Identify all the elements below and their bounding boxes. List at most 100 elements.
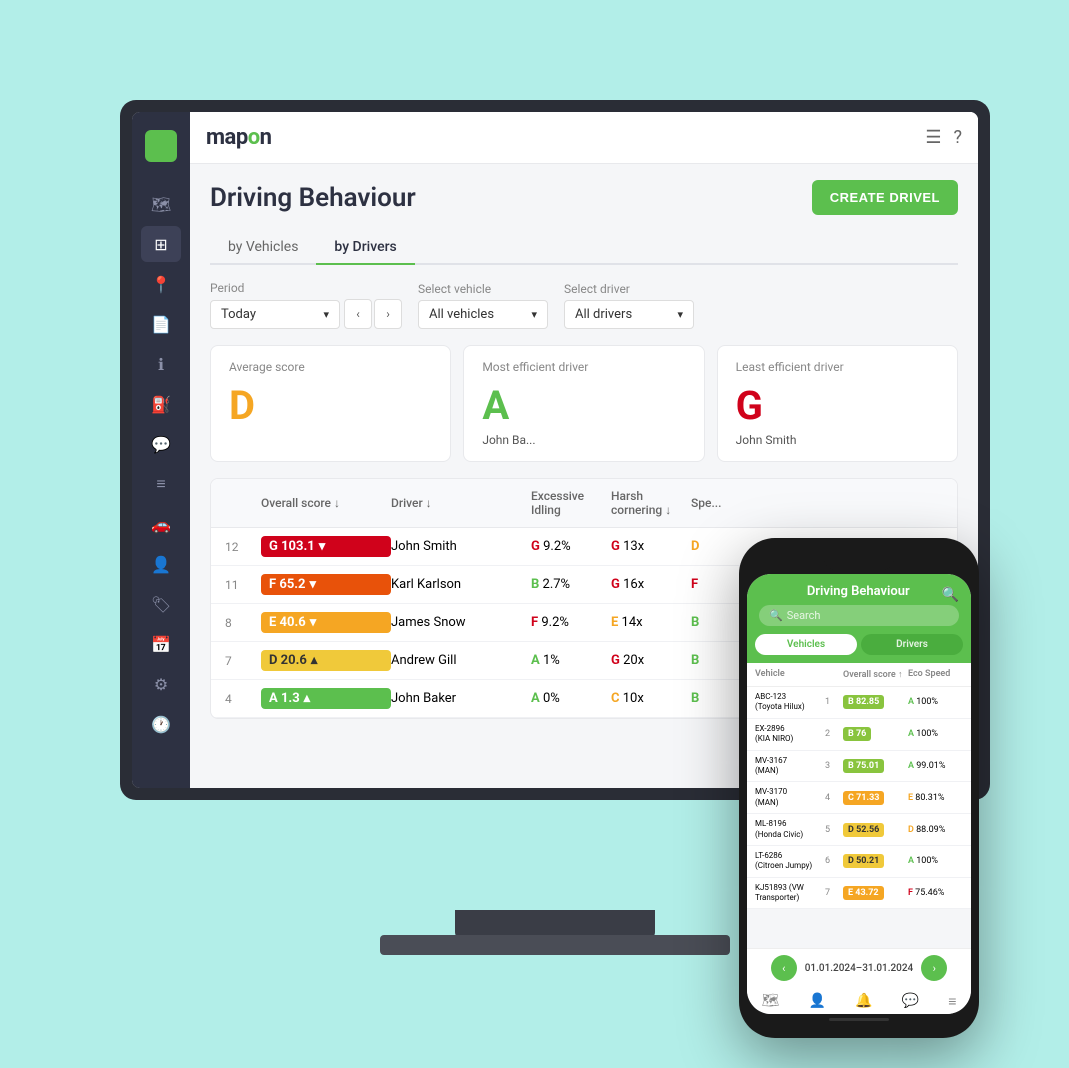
sidebar-item-list[interactable]: ≡	[141, 466, 181, 502]
vehicle-name: KJ51893 (VW Transporter)	[755, 883, 825, 904]
phone-screen: Driving Behaviour 🔍 🔍 Search Vehicles Dr…	[747, 574, 971, 1014]
driver-cell: Andrew Gill	[391, 653, 531, 668]
sidebar-item-person[interactable]: 👤	[141, 546, 181, 582]
sidebar-logo-icon	[145, 130, 177, 162]
sidebar-item-location[interactable]: 📍	[141, 266, 181, 302]
sidebar-item-calendar[interactable]: 📅	[141, 626, 181, 662]
driver-label: Select driver	[564, 282, 694, 296]
sidebar-item-chat[interactable]: 💬	[141, 426, 181, 462]
next-period-button[interactable]: ›	[374, 299, 402, 329]
phone-header: Driving Behaviour 🔍 🔍 Search	[747, 574, 971, 634]
next-date-button[interactable]: ›	[921, 955, 947, 981]
driver-select[interactable]: All drivers ▾	[564, 300, 694, 329]
harsh-cell: G 16x	[611, 577, 691, 592]
table-header-row: Overall score ↓ Driver ↓ Excessive Idlin…	[211, 479, 957, 528]
average-score-title: Average score	[229, 360, 432, 374]
help-icon[interactable]: ?	[953, 127, 962, 148]
score-badge: G 103.1 ▾	[261, 536, 391, 557]
sidebar-item-map[interactable]: 🗺	[141, 186, 181, 222]
least-efficient-card: Least efficient driver G John Smith	[717, 345, 958, 462]
prev-date-button[interactable]: ‹	[771, 955, 797, 981]
top-bar: mapon ☰ ?	[190, 112, 978, 164]
most-efficient-card: Most efficient driver A John Ba...	[463, 345, 704, 462]
rank: 2	[825, 729, 843, 739]
phone-home-bar	[829, 1018, 889, 1021]
col-header-score: Overall score ↓	[261, 496, 391, 510]
sidebar-item-settings[interactable]: ⚙	[141, 666, 181, 702]
score: D 50.21	[843, 854, 908, 868]
bottom-nav-map-icon[interactable]: 🗺	[762, 993, 780, 1010]
eco: A 99.01%	[908, 761, 963, 771]
score: B 76	[843, 727, 908, 741]
score-cell: G 103.1 ▾	[261, 536, 391, 557]
driver-cell: Karl Karlson	[391, 577, 531, 592]
score: B 82.85	[843, 695, 908, 709]
most-efficient-title: Most efficient driver	[482, 360, 685, 374]
rank: 7	[825, 888, 843, 898]
trend-icon: ▾	[310, 577, 317, 592]
list-item: ML-8196(Honda Civic) 5 D 52.56 D 88.09%	[747, 814, 971, 846]
driver-cell: John Baker	[391, 691, 531, 706]
sidebar-item-fuel[interactable]: ⛽	[141, 386, 181, 422]
scene: 🗺 ⊞ 📍 📄 ℹ ⛽ 💬 ≡ 🚗 👤 🏷 📅 ⚙ 🕐	[0, 0, 1069, 1068]
score-cell: D 20.6 ▴	[261, 650, 391, 671]
sidebar-item-tag[interactable]: 🏷	[141, 586, 181, 622]
vehicle-label: Select vehicle	[418, 282, 548, 296]
sidebar-item-dashboard[interactable]: ⊞	[141, 226, 181, 262]
bottom-nav-bell-icon[interactable]: 🔔	[855, 993, 872, 1010]
period-select[interactable]: Today ▾	[210, 300, 340, 329]
list-item: KJ51893 (VW Transporter) 7 E 43.72 F 75.…	[747, 878, 971, 910]
score-badge: B 82.85	[843, 695, 884, 709]
eco: A 100%	[908, 856, 963, 866]
phone-tab-drivers[interactable]: Drivers	[861, 634, 963, 655]
prev-period-button[interactable]: ‹	[344, 299, 372, 329]
score-badge: C 71.33	[843, 791, 884, 805]
laptop-base	[380, 935, 730, 955]
summary-cards: Average score D Most efficient driver A …	[210, 345, 958, 462]
list-item: MV-3167(MAN) 3 B 75.01 A 99.01%	[747, 751, 971, 783]
rank: 3	[825, 761, 843, 771]
col-header-harsh: Harsh cornering ↓	[611, 489, 691, 517]
phone-search-bar[interactable]: 🔍 Search	[759, 605, 959, 626]
trend-icon: ▾	[319, 539, 326, 554]
bottom-nav-menu-icon[interactable]: ≡	[948, 993, 956, 1010]
menu-icon[interactable]: ☰	[925, 127, 941, 148]
driver-cell: John Smith	[391, 539, 531, 554]
phone-search-icon[interactable]: 🔍	[942, 587, 959, 603]
driver-chevron-icon: ▾	[677, 308, 683, 321]
top-bar-icons: ☰ ?	[925, 127, 962, 148]
page-title: Driving Behaviour	[210, 183, 416, 213]
score-badge: E 40.6 ▾	[261, 612, 391, 633]
least-efficient-name: John Smith	[736, 433, 939, 447]
bottom-nav-chat-icon[interactable]: 💬	[902, 993, 919, 1010]
eco: F 75.46%	[908, 888, 963, 898]
excess-cell: B 2.7%	[531, 577, 611, 592]
period-chevron-icon: ▾	[323, 308, 329, 321]
vehicle-name: ML-8196(Honda Civic)	[755, 819, 825, 840]
rank-cell: 8	[225, 616, 261, 630]
sidebar-item-document[interactable]: 📄	[141, 306, 181, 342]
ph-col-rank-header	[825, 669, 843, 680]
bottom-nav-person-icon[interactable]: 👤	[808, 993, 825, 1010]
sidebar-item-vehicle[interactable]: 🚗	[141, 506, 181, 542]
filters-row: Period Today ▾ ‹ ›	[210, 281, 958, 329]
rank: 6	[825, 856, 843, 866]
trend-icon: ▾	[310, 615, 317, 630]
tab-by-drivers[interactable]: by Drivers	[316, 231, 414, 265]
excess-cell: F 9.2%	[531, 615, 611, 630]
list-item: LT-6286(Citroen Jumpy) 6 D 50.21 A 100%	[747, 846, 971, 878]
search-icon: 🔍	[769, 609, 783, 622]
vehicle-select[interactable]: All vehicles ▾	[418, 300, 548, 329]
col-header-excess: Excessive Idling	[531, 489, 611, 517]
sidebar-item-info[interactable]: ℹ	[141, 346, 181, 382]
create-driver-button[interactable]: CREATE DRIVEL	[812, 180, 958, 215]
sidebar-logo-area	[145, 122, 177, 170]
list-item: MV-3170(MAN) 4 C 71.33 E 80.31%	[747, 782, 971, 814]
phone: Driving Behaviour 🔍 🔍 Search Vehicles Dr…	[739, 538, 979, 1038]
driver-filter: Select driver All drivers ▾	[564, 282, 694, 329]
col-header-speed: Spe...	[691, 496, 751, 510]
tab-by-vehicles[interactable]: by Vehicles	[210, 231, 316, 265]
sidebar-item-clock[interactable]: 🕐	[141, 706, 181, 742]
score-badge: D 52.56	[843, 823, 884, 837]
phone-tab-vehicles[interactable]: Vehicles	[755, 634, 857, 655]
